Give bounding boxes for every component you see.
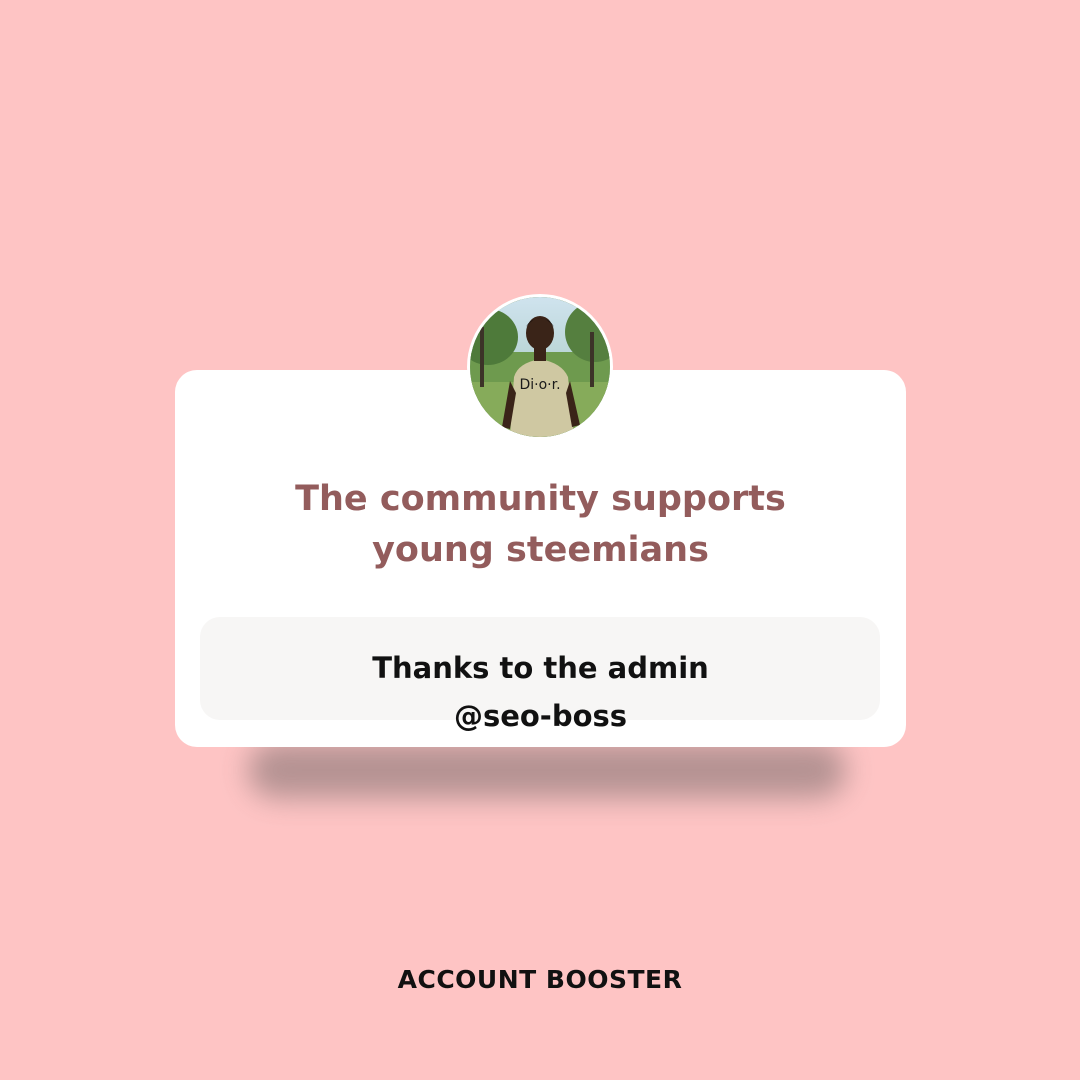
- avatar-photo: Di·o·r.: [470, 297, 610, 437]
- footer-brand: ACCOUNT BOOSTER: [397, 965, 683, 994]
- thanks-message: Thanks to the admin @seo-boss: [175, 644, 906, 740]
- headline-text: The community supports young steemians: [295, 479, 786, 570]
- thanks-line-1: Thanks to the admin: [372, 651, 709, 685]
- card-shadow: [248, 742, 846, 798]
- shirt-logo-text: Di·o·r.: [519, 377, 560, 393]
- admin-mention: @seo-boss: [453, 699, 628, 733]
- headline: The community supports young steemians: [175, 474, 906, 576]
- avatar: Di·o·r.: [467, 294, 613, 440]
